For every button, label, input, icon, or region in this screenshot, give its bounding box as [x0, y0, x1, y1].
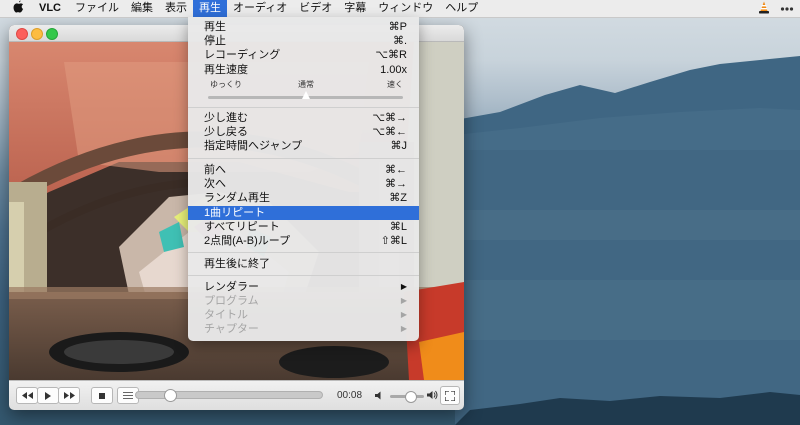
menu-playback[interactable]: 再生	[193, 0, 227, 17]
shortcut-label: ⌘J	[390, 140, 408, 152]
menu-item-record[interactable]: レコーディング ⌥⌘R	[188, 48, 419, 62]
seek-bar[interactable]	[135, 389, 323, 402]
speed-value: 1.00x	[380, 64, 407, 76]
zoom-window-button[interactable]	[46, 28, 58, 40]
playback-controls: 00:08	[9, 380, 464, 410]
shortcut-label: ⌘L	[389, 221, 407, 233]
menu-item-random[interactable]: ランダム再生 ⌘Z	[188, 191, 419, 205]
app-menu-vlc[interactable]: VLC	[33, 0, 69, 17]
fast-forward-button[interactable]	[58, 387, 80, 404]
menu-file[interactable]: ファイル	[69, 0, 125, 17]
volume-mute-icon[interactable]	[375, 391, 384, 403]
volume-knob[interactable]	[405, 391, 418, 403]
menu-item-program: プログラム ▶	[188, 294, 419, 308]
menu-item-label: 少し戻る	[204, 126, 248, 138]
menu-edit[interactable]: 編集	[125, 0, 159, 17]
menu-item-label: ランダム再生	[204, 192, 270, 204]
menu-item-label: すべてリピート	[204, 221, 280, 233]
menu-item-speed: 再生速度 1.00x	[188, 63, 419, 77]
submenu-arrow-icon: ▶	[400, 296, 407, 305]
menu-window[interactable]: ウィンドウ	[372, 0, 439, 17]
shortcut-label: ⌥⌘←	[372, 126, 407, 138]
menu-item-label: 指定時間へジャンプ	[204, 140, 303, 152]
speed-slider-knob[interactable]	[301, 91, 310, 99]
menu-separator	[188, 275, 419, 276]
menu-item-label: 1曲リピート	[204, 207, 266, 219]
menu-audio[interactable]: オーディオ	[227, 0, 293, 17]
submenu-arrow-icon: ▶	[400, 282, 407, 291]
menu-item-label: 次へ	[204, 178, 226, 190]
menu-item-renderer[interactable]: レンダラー ▶	[188, 280, 419, 294]
menu-item-label: 2点間(A-B)ループ	[204, 235, 291, 247]
menu-help[interactable]: ヘルプ	[439, 0, 484, 17]
submenu-arrow-icon: ▶	[400, 310, 407, 319]
menu-item-repeat-one[interactable]: 1曲リピート	[188, 206, 419, 220]
shortcut-label: ⌘←	[385, 164, 407, 176]
shortcut-label: ⌘P	[388, 21, 407, 33]
menu-item-label: プログラム	[204, 295, 259, 307]
menu-item-play[interactable]: 再生 ⌘P	[188, 20, 419, 34]
shortcut-label: ⌘.	[392, 35, 407, 47]
menu-item-label: 少し進む	[204, 112, 248, 124]
menu-item-label: 再生速度	[204, 64, 248, 76]
menu-video[interactable]: ビデオ	[293, 0, 338, 17]
menu-item-title: タイトル ▶	[188, 308, 419, 322]
stop-button[interactable]	[91, 387, 113, 404]
menu-item-label: タイトル	[204, 309, 248, 321]
menu-item-chapter: チャプター ▶	[188, 322, 419, 336]
playback-menu: 再生 ⌘P 停止 ⌘. レコーディング ⌥⌘R 再生速度 1.00x ゆっくり …	[188, 17, 419, 341]
menu-item-quit-after-playback[interactable]: 再生後に終了	[188, 257, 419, 271]
menu-item-jump-to-time[interactable]: 指定時間へジャンプ ⌘J	[188, 139, 419, 153]
menu-item-label: 再生	[204, 21, 226, 33]
menu-item-label: 前へ	[204, 164, 226, 176]
menu-item-next[interactable]: 次へ ⌘→	[188, 177, 419, 191]
submenu-arrow-icon: ▶	[400, 324, 407, 333]
time-display[interactable]: 00:08	[337, 390, 362, 401]
menu-item-label: 停止	[204, 35, 226, 47]
close-window-button[interactable]	[16, 28, 28, 40]
speed-normal-label: 通常	[298, 80, 314, 89]
shortcut-label: ⌘→	[385, 178, 407, 190]
vlc-cone-icon[interactable]	[758, 1, 770, 17]
play-button[interactable]	[37, 387, 59, 404]
shortcut-label: ⌥⌘R	[375, 49, 407, 61]
rewind-button[interactable]	[16, 387, 38, 404]
menu-item-label: レコーディング	[204, 49, 281, 61]
volume-max-icon[interactable]	[427, 390, 438, 403]
menu-item-step-forward[interactable]: 少し進む ⌥⌘→	[188, 111, 419, 125]
apple-menu-icon[interactable]	[0, 0, 33, 17]
menu-item-previous[interactable]: 前へ ⌘←	[188, 163, 419, 177]
shortcut-label: ⌘Z	[389, 192, 407, 204]
menu-item-repeat-all[interactable]: すべてリピート ⌘L	[188, 220, 419, 234]
menu-view[interactable]: 表示	[159, 0, 193, 17]
shortcut-label: ⌥⌘→	[372, 112, 407, 124]
menu-subtitles[interactable]: 字幕	[338, 0, 372, 17]
menu-separator	[188, 158, 419, 159]
menu-item-step-backward[interactable]: 少し戻る ⌥⌘←	[188, 125, 419, 139]
menu-item-ab-loop[interactable]: 2点間(A-B)ループ ⇧⌘L	[188, 234, 419, 248]
shortcut-label: ⇧⌘L	[380, 235, 407, 247]
menu-separator	[188, 107, 419, 108]
more-icon[interactable]	[780, 3, 794, 15]
menu-item-label: 再生後に終了	[204, 258, 270, 270]
seek-knob[interactable]	[164, 389, 177, 402]
fullscreen-button[interactable]	[440, 386, 460, 405]
menu-item-label: チャプター	[204, 323, 259, 335]
menu-separator	[188, 252, 419, 253]
speed-slow-label: ゆっくり	[210, 80, 242, 89]
menu-bar: VLC ファイル 編集 表示 再生 オーディオ ビデオ 字幕 ウィンドウ ヘルプ	[0, 0, 800, 18]
speed-fast-label: 速く	[387, 80, 403, 89]
minimize-window-button[interactable]	[31, 28, 43, 40]
menu-item-label: レンダラー	[204, 281, 259, 293]
menu-item-stop[interactable]: 停止 ⌘.	[188, 34, 419, 48]
